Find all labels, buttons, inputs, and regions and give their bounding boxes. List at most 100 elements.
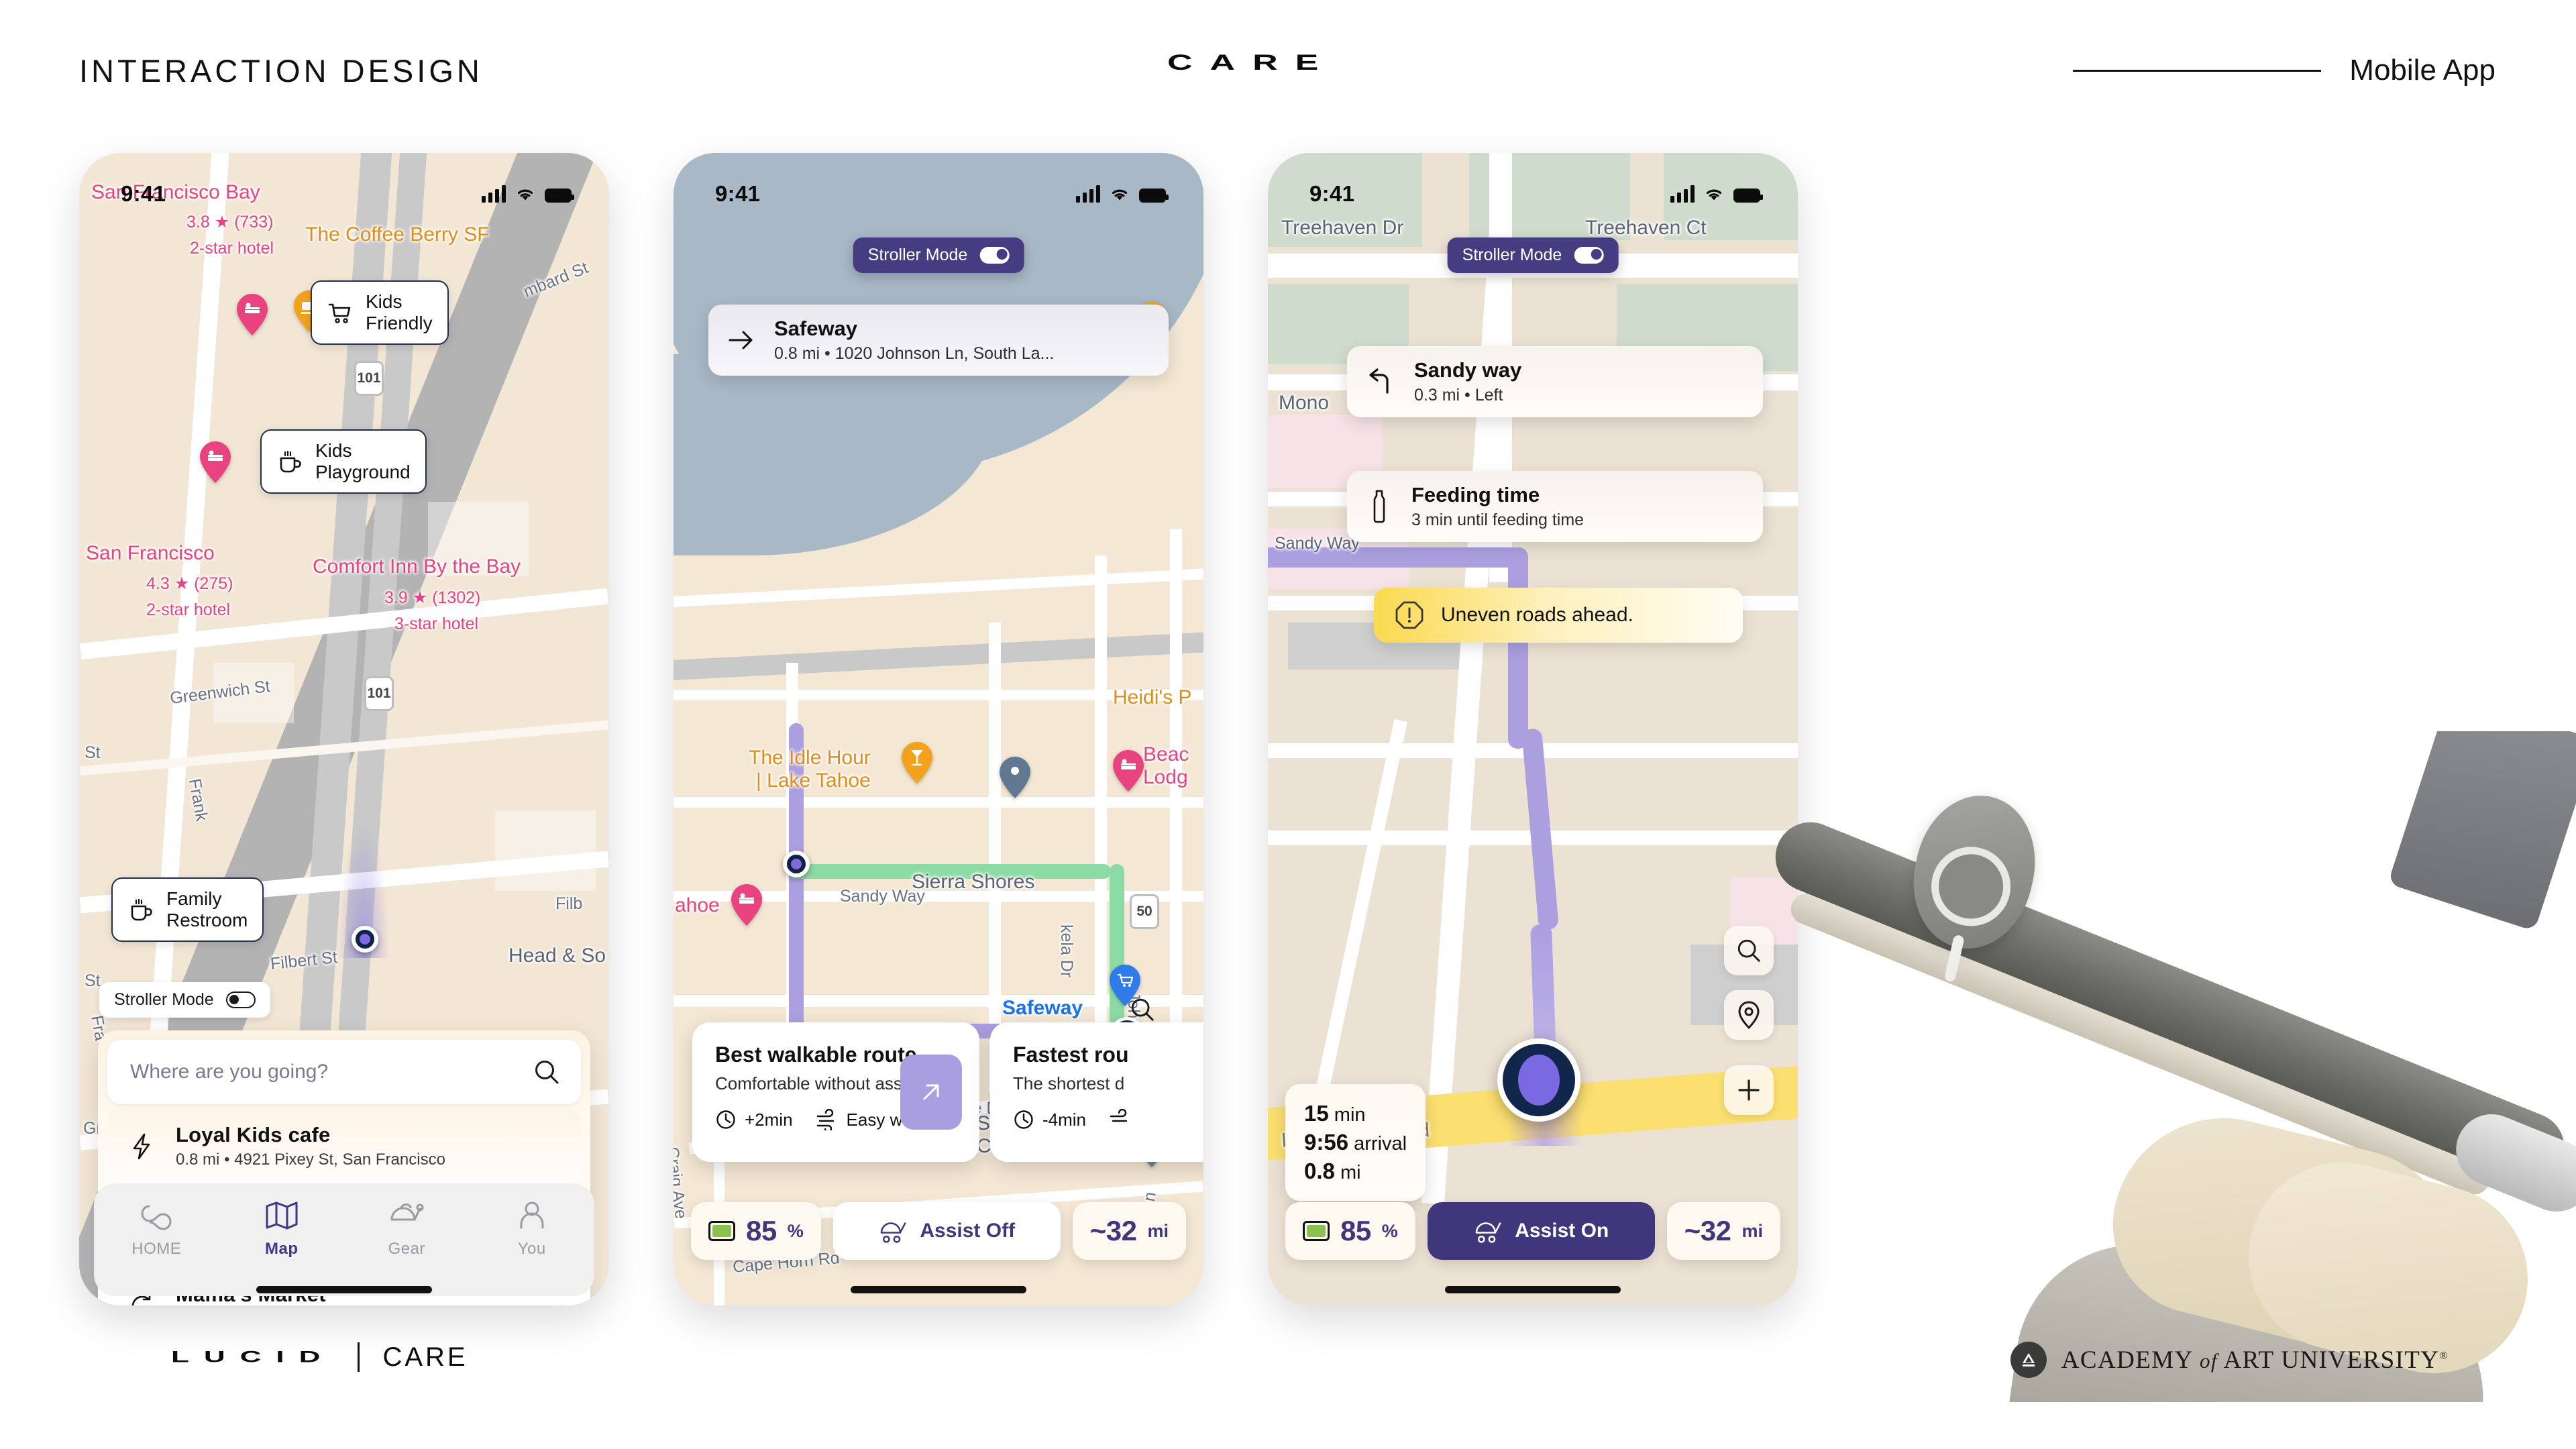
map-road xyxy=(674,631,1203,681)
eta-card[interactable]: 15 min 9:56 arrival 0.8 mi xyxy=(1285,1084,1426,1201)
feeding-title: Feeding time xyxy=(1411,483,1540,506)
distance-value: ~32 xyxy=(1684,1215,1731,1246)
map-search-button[interactable] xyxy=(1724,926,1774,975)
map-pin-bar[interactable] xyxy=(902,742,932,784)
map-shield-101b: 101 xyxy=(367,686,391,701)
road-warning-banner[interactable]: Uneven roads ahead. xyxy=(1374,588,1743,643)
battery-icon xyxy=(1303,1221,1330,1241)
map-label-sandy-way: Sandy Way xyxy=(840,887,925,906)
search-placeholder: Where are you going? xyxy=(130,1061,329,1083)
nav-route-line xyxy=(1508,547,1528,749)
map-label-craig: Craig Ave xyxy=(674,1146,691,1220)
stroller-mode-label: Stroller Mode xyxy=(867,246,968,264)
stroller-icon xyxy=(1475,1222,1501,1243)
map-label-heidis: Heidi's P xyxy=(1113,686,1192,708)
academy-of-art-university-logo: ACADEMY of ART UNIVERSITY® xyxy=(2010,1342,2449,1378)
feeding-detail: 3 min until feeding time xyxy=(1411,511,1585,529)
map-pin-place[interactable] xyxy=(1000,757,1030,798)
distance-pill[interactable]: ~32 mi xyxy=(1666,1202,1780,1260)
route-time: -4min xyxy=(1013,1109,1086,1130)
stroller-handle-product-photo xyxy=(1737,731,2576,1402)
route-time: +2min xyxy=(715,1109,793,1130)
map-label-sf: San Francisco xyxy=(86,542,215,564)
route-option-card-walkable[interactable]: Best walkable route Comfortable without … xyxy=(692,1022,979,1162)
route-meta: -4min xyxy=(1013,1109,1203,1130)
suggestion-name: Loyal Kids cafe xyxy=(176,1123,331,1146)
suggestion-item-loyal-kids-cafe[interactable]: Loyal Kids cafe 0.8 mi • 4921 Pixey St, … xyxy=(107,1108,581,1184)
phone-mockup-search: San Francisco Bay 3.8 ★ (733) 2-star hot… xyxy=(79,153,609,1305)
map-label-safeway: Safeway xyxy=(1002,997,1083,1019)
map-label-franklin: Frank xyxy=(185,777,211,823)
logo-divider xyxy=(358,1342,360,1372)
battery-value: 85 xyxy=(746,1215,777,1246)
callout-kids-friendly[interactable]: Kids Friendly xyxy=(311,280,449,345)
assist-toggle-pill[interactable]: Assist On xyxy=(1427,1202,1655,1260)
aau-triangle-icon xyxy=(2010,1342,2047,1378)
tab-label: You xyxy=(517,1240,546,1258)
home-indicator xyxy=(851,1286,1026,1293)
search-icon xyxy=(1131,998,1154,1021)
bolt-icon xyxy=(133,1133,150,1159)
battery-status-pill[interactable]: 85 % xyxy=(691,1202,821,1260)
turn-detail: 0.3 mi • Left xyxy=(1414,386,1503,405)
map-pin-hotel[interactable] xyxy=(237,294,268,335)
stroller-mode-toggle[interactable]: Stroller Mode xyxy=(1447,237,1619,273)
map-pin-lodge[interactable] xyxy=(1113,750,1144,792)
map-zoom-in-button[interactable] xyxy=(1724,1065,1774,1115)
status-pill-row: 85 % Assist On ~32 mi xyxy=(1285,1202,1780,1260)
destination-card[interactable]: Safeway 0.8 mi • 1020 Johnson Ln, South … xyxy=(708,305,1169,376)
map-pin-hotel-2[interactable] xyxy=(200,441,231,483)
route-origin-dot[interactable] xyxy=(783,851,810,877)
feeding-time-card[interactable]: Feeding time 3 min until feeding time xyxy=(1347,471,1763,542)
route-quality xyxy=(1109,1109,1140,1130)
stroller-mode-toggle[interactable]: Stroller Mode xyxy=(99,982,270,1018)
stroller-mode-switch[interactable] xyxy=(1574,247,1604,264)
stroller-mode-switch[interactable] xyxy=(225,991,256,1008)
map-label-mono: Mono xyxy=(1279,392,1330,414)
route-option-card-fastest[interactable]: Fastest rou The shortest d -4min xyxy=(990,1022,1203,1162)
map-shield-101: 101 xyxy=(357,370,381,386)
callout-family-restroom[interactable]: Family Restroom xyxy=(111,877,264,943)
phone-mockup-navigation: Treehaven Dr Treehaven Ct Mono Sandy Way… xyxy=(1268,153,1798,1305)
stroller-mode-switch[interactable] xyxy=(979,247,1010,264)
map-label-comfort: Comfort Inn By the Bay xyxy=(313,555,521,578)
tab-map[interactable]: Map xyxy=(241,1199,322,1258)
person-icon xyxy=(520,1201,544,1229)
callout-kids-playground[interactable]: Kids Playground xyxy=(260,429,427,494)
tab-label: Gear xyxy=(388,1240,425,1258)
callout-label: Family Restroom xyxy=(166,888,248,931)
search-icon xyxy=(1737,939,1760,962)
next-turn-card[interactable]: Sandy way 0.3 mi • Left xyxy=(1347,346,1763,417)
start-route-button[interactable] xyxy=(900,1055,962,1130)
phone-mockup-route-options: Boathouse on the Pier The Idle Hour | La… xyxy=(674,153,1203,1305)
lucid-care-logo: LUCID CARE xyxy=(171,1340,468,1374)
map-shield-50: 50 xyxy=(1136,904,1152,919)
map-pin-hotel-tahoe[interactable] xyxy=(731,884,762,926)
tab-gear[interactable]: Gear xyxy=(366,1199,447,1258)
tab-home[interactable]: HOME xyxy=(116,1199,197,1258)
stroller-icon xyxy=(881,1222,906,1243)
distance-pill[interactable]: ~32 mi xyxy=(1072,1202,1186,1260)
pin-icon xyxy=(1738,1001,1760,1030)
clock-icon xyxy=(1014,1110,1033,1129)
map-label-beach-lodge: Beac Lodg xyxy=(1143,743,1189,788)
bottom-tab-bar: HOME Map Gear You xyxy=(94,1183,594,1296)
tab-you[interactable]: You xyxy=(492,1199,572,1258)
search-icon[interactable] xyxy=(533,1058,561,1086)
battery-status-pill[interactable]: 85 % xyxy=(1285,1202,1415,1260)
map-label-treehaven-ct: Treehaven Ct xyxy=(1585,217,1707,239)
map-road xyxy=(674,568,1203,608)
navigation-position-indicator[interactable] xyxy=(1497,1038,1580,1122)
map-label-head: Head & So xyxy=(508,945,606,967)
care-brand-logo: CARE xyxy=(1167,50,1336,75)
map-recenter-button[interactable] xyxy=(1724,990,1774,1040)
shopping-cart-icon xyxy=(328,303,351,323)
map-label-filb: Filb xyxy=(555,894,583,913)
search-input[interactable]: Where are you going? xyxy=(107,1040,581,1104)
phone2-screen: Boathouse on the Pier The Idle Hour | La… xyxy=(674,153,1203,1305)
current-location-dot[interactable] xyxy=(352,926,378,953)
assist-toggle-pill[interactable]: Assist Off xyxy=(833,1202,1061,1260)
stroller-frame-bar xyxy=(1786,889,2495,1199)
stroller-mode-toggle[interactable]: Stroller Mode xyxy=(853,237,1024,273)
destination-name: Safeway xyxy=(774,317,858,340)
